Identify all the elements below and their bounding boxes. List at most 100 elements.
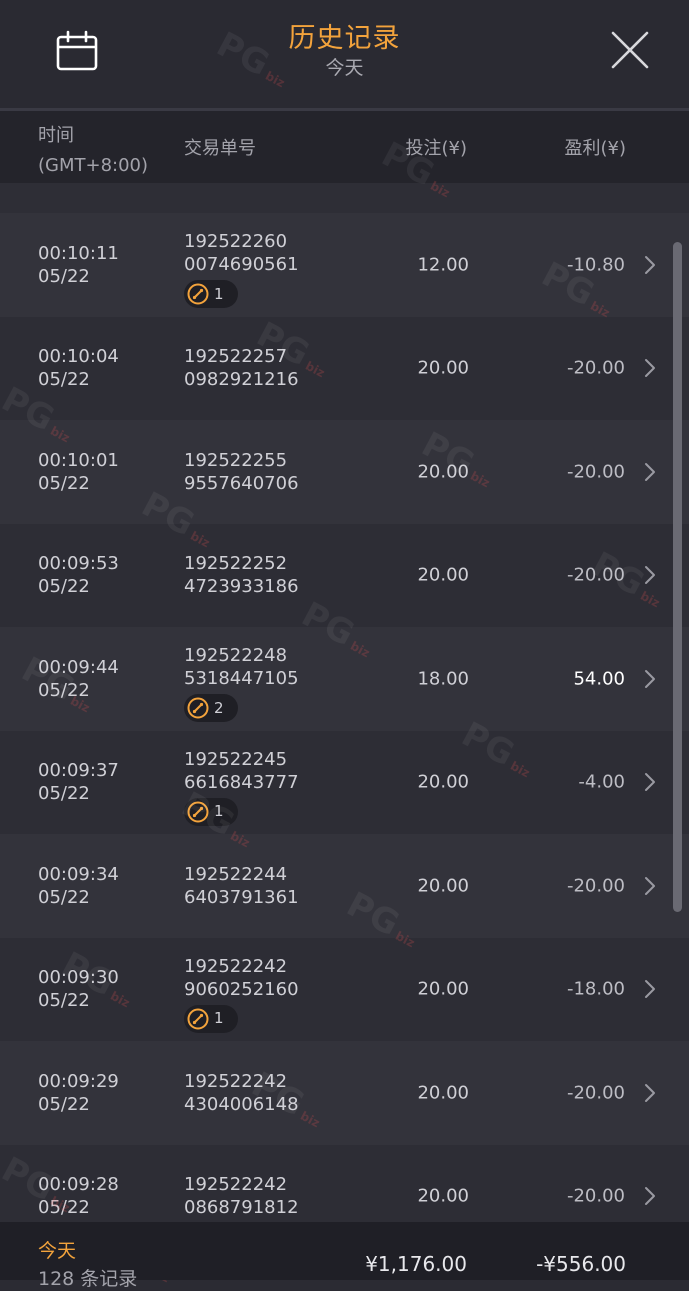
record-row[interactable]: 00:09:37 05/22 192522245 6616843777 1 20.00 -4… [0, 730, 689, 834]
column-order: 交易单号 [184, 138, 256, 159]
close-icon[interactable] [610, 30, 650, 70]
footer-total-profit: -¥556.00 [536, 1252, 626, 1276]
record-order-line2: 6403791361 [184, 886, 299, 908]
record-date-value: 05/22 [38, 369, 90, 391]
record-order-line1: 192522242 [184, 1174, 288, 1196]
column-time: 时间 (GMT+8:00) [38, 121, 148, 181]
record-bet: 12.00 [417, 254, 469, 276]
record-time-value: 00:10:04 [38, 346, 119, 368]
column-bet: 投注(¥) [405, 138, 468, 159]
record-row[interactable]: 00:10:01 05/22 192522255 9557640706 20.00 -20… [0, 420, 689, 524]
record-order-line2: 4723933186 [184, 576, 299, 598]
record-order-id: 192522242 9060252160 1 [184, 955, 299, 1036]
record-order-id: 192522260 0074690561 1 [184, 230, 299, 311]
record-order-id: 192522257 0982921216 [184, 345, 299, 391]
chevron-right-icon[interactable] [644, 876, 656, 896]
chevron-right-icon[interactable] [644, 669, 656, 689]
record-time-value: 00:09:53 [38, 553, 119, 575]
record-bet: 20.00 [417, 1082, 469, 1104]
record-row[interactable]: 00:09:34 05/22 192522244 6403791361 20.00 -20… [0, 834, 689, 938]
free-spin-icon [187, 1008, 209, 1029]
record-date-value: 05/22 [38, 576, 90, 598]
free-spin-count: 1 [214, 284, 224, 303]
header-bar: 历史记录 今天 [0, 0, 689, 110]
record-time-value: 00:09:34 [38, 863, 119, 885]
record-order-line2: 5318447105 [184, 668, 299, 689]
record-time-value: 00:09:37 [38, 760, 119, 782]
record-row[interactable]: 00:09:29 05/22 192522242 4304006148 20.00 -20… [0, 1041, 689, 1145]
record-row[interactable]: 00:09:44 05/22 192522248 5318447105 2 18.00 54… [0, 627, 689, 731]
record-time: 00:09:53 05/22 [38, 552, 119, 598]
free-spin-count: 2 [214, 698, 224, 717]
page-title: 历史记录 [288, 23, 401, 54]
chevron-right-icon[interactable] [644, 1083, 656, 1103]
record-order-line1: 192522260 [184, 231, 288, 252]
record-order-line1: 192522252 [184, 553, 288, 575]
record-date-value: 05/22 [38, 990, 90, 1012]
record-profit: -20.00 [566, 1082, 625, 1104]
record-time-value: 00:10:11 [38, 242, 119, 264]
record-order-line1: 192522242 [184, 1070, 288, 1092]
record-list: 00:10:11 05/22 192522260 0074690561 1 12.00 -1… [0, 213, 689, 1248]
record-bet: 18.00 [417, 668, 469, 690]
record-order-line2: 0868791812 [184, 1197, 299, 1219]
record-order-id: 192522244 6403791361 [184, 863, 299, 909]
record-bet: 20.00 [417, 357, 469, 379]
record-time-value: 00:10:01 [38, 449, 119, 471]
record-order-line2: 0074690561 [184, 254, 299, 275]
free-spin-count: 1 [214, 1009, 224, 1027]
record-order-line1: 192522244 [184, 863, 288, 885]
chevron-right-icon[interactable] [644, 255, 656, 275]
record-row[interactable]: 00:10:04 05/22 192522257 0982921216 20.00 -20… [0, 316, 689, 420]
record-time-value: 00:09:30 [38, 967, 119, 989]
record-time-value: 00:09:29 [38, 1070, 119, 1092]
footer-period-label: 今天 [38, 1240, 77, 1262]
record-time: 00:09:44 05/22 [38, 656, 119, 702]
record-order-line2: 6616843777 [184, 771, 299, 793]
record-row[interactable]: 00:09:53 05/22 192522252 4723933186 20.00 -20… [0, 523, 689, 627]
record-time: 00:09:28 05/22 [38, 1173, 119, 1219]
record-time: 00:09:30 05/22 [38, 966, 119, 1012]
record-order-line1: 192522245 [184, 748, 288, 770]
record-profit: -20.00 [566, 564, 625, 586]
record-date-value: 05/22 [38, 679, 90, 701]
record-time: 00:09:34 05/22 [38, 863, 119, 909]
record-date-value: 05/22 [38, 1197, 90, 1219]
column-time-label: 时间 [38, 125, 74, 146]
record-bet: 20.00 [417, 564, 469, 586]
record-profit: -18.00 [566, 978, 625, 1000]
record-order-id: 192522245 6616843777 1 [184, 748, 299, 829]
record-bet: 20.00 [417, 461, 469, 483]
record-time-value: 00:09:44 [38, 656, 119, 678]
record-bet: 20.00 [417, 1185, 469, 1207]
chevron-right-icon[interactable] [644, 1186, 656, 1206]
scrollbar[interactable] [673, 242, 682, 912]
chevron-right-icon[interactable] [644, 565, 656, 585]
record-order-line1: 192522257 [184, 346, 288, 368]
record-date-value: 05/22 [38, 265, 90, 287]
record-order-id: 192522242 4304006148 [184, 1070, 299, 1116]
record-time: 00:09:29 05/22 [38, 1070, 119, 1116]
record-order-id: 192522255 9557640706 [184, 449, 299, 495]
free-spin-icon [187, 801, 209, 822]
column-profit: 盈利(¥) [564, 138, 627, 159]
record-row[interactable]: 00:09:30 05/22 192522242 9060252160 1 20.00 -1… [0, 937, 689, 1041]
record-profit: -4.00 [578, 771, 625, 793]
record-row[interactable]: 00:10:11 05/22 192522260 0074690561 1 12.00 -1… [0, 213, 689, 317]
record-date-value: 05/22 [38, 783, 90, 805]
free-spin-badge: 2 [184, 694, 238, 722]
record-time: 00:10:11 05/22 [38, 242, 119, 288]
chevron-right-icon[interactable] [644, 772, 656, 792]
column-header: 时间 (GMT+8:00) 交易单号 投注(¥) 盈利(¥) [0, 111, 689, 183]
record-order-id: 192522252 4723933186 [184, 552, 299, 598]
chevron-right-icon[interactable] [644, 462, 656, 482]
free-spin-icon [187, 283, 209, 305]
date-filter-label[interactable]: 今天 [0, 56, 689, 80]
chevron-right-icon[interactable] [644, 358, 656, 378]
column-time-zone: (GMT+8:00) [38, 155, 149, 176]
chevron-right-icon[interactable] [644, 979, 656, 999]
record-profit: -20.00 [566, 1185, 625, 1207]
record-order-id: 192522242 0868791812 [184, 1173, 299, 1219]
record-order-line2: 0982921216 [184, 369, 299, 391]
free-spin-badge: 1 [184, 1004, 238, 1033]
